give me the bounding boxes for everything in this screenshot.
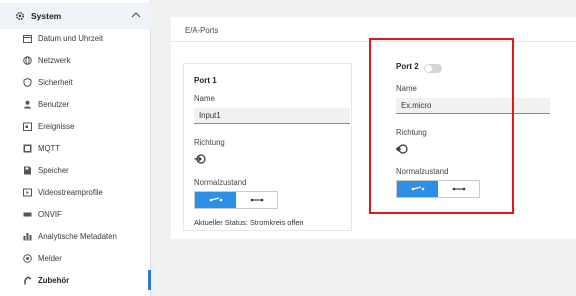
sidebar-item-analytische-metadaten[interactable]: Analytische Metadaten	[0, 226, 151, 246]
sidebar-item-ereignisse[interactable]: Ereignisse	[0, 116, 151, 136]
sidebar-item-label: Sicherheit	[38, 77, 73, 87]
highlight-box	[369, 38, 514, 214]
port-1-name-input[interactable]: Input1	[194, 108, 350, 124]
sidebar-item-sicherheit[interactable]: Sicherheit	[0, 72, 151, 92]
open-circuit-button[interactable]	[236, 192, 277, 208]
storage-icon	[22, 165, 32, 175]
sidebar-item-label: Analytische Metadaten	[38, 231, 117, 241]
analytics-icon	[22, 231, 32, 241]
mqtt-icon	[22, 143, 32, 153]
user-icon	[22, 99, 32, 109]
sidebar-item-mqtt[interactable]: MQTT	[0, 138, 151, 158]
gear-icon	[15, 11, 25, 21]
sidebar-section-title: System	[31, 11, 62, 21]
port-1-normal-state-toggle	[194, 191, 278, 209]
sidebar-section-system[interactable]: System	[0, 3, 151, 29]
open-circuit-icon	[250, 198, 263, 202]
sidebar-item-netzwerk[interactable]: Netzwerk	[0, 50, 151, 70]
network-icon	[22, 55, 32, 65]
calendar-icon	[22, 33, 32, 43]
sidebar-item-label: Speicher	[38, 165, 69, 175]
port-1-direction-label: Richtung	[194, 138, 225, 147]
closed-circuit-icon	[209, 197, 222, 202]
sidebar-item-benutzer[interactable]: Benutzer	[0, 94, 151, 114]
sidebar-item-melder[interactable]: Melder	[0, 248, 151, 268]
sidebar-item-label: Benutzer	[38, 99, 70, 109]
shield-icon	[22, 77, 32, 87]
chevron-up-icon[interactable]	[131, 11, 141, 19]
sidebar-item-datum-und-uhrzeit[interactable]: Datum und Uhrzeit	[0, 28, 151, 48]
accessory-icon	[22, 275, 32, 285]
onvif-icon	[22, 209, 32, 219]
sidebar-item-label: Netzwerk	[38, 55, 71, 65]
sidebar-item-label: Zubehör	[38, 275, 70, 285]
port-1-normal-state-label: Normalzustand	[194, 178, 247, 187]
port-1-card: Port 1 Name Input1 Richtung Normalzustan…	[183, 63, 352, 231]
event-icon	[22, 121, 32, 131]
port-1-title: Port 1	[194, 76, 217, 85]
sidebar-item-zubehoer[interactable]: Zubehör	[0, 270, 151, 290]
closed-circuit-button[interactable]	[195, 192, 236, 208]
port-1-name-label: Name	[194, 94, 215, 103]
input-direction-icon[interactable]	[194, 153, 206, 165]
detector-icon	[22, 253, 32, 263]
video-profile-icon	[22, 187, 32, 197]
sidebar-item-onvif[interactable]: ONVIF	[0, 204, 151, 224]
sidebar: System Datum und Uhrzeit Netzwerk Sicher…	[0, 0, 151, 296]
page-title: E/A-Ports	[185, 26, 219, 35]
sidebar-item-label: Melder	[38, 253, 62, 263]
sidebar-item-label: Datum und Uhrzeit	[38, 33, 104, 43]
sidebar-item-label: Videostreamprofile	[38, 187, 103, 197]
sidebar-item-label: Ereignisse	[38, 121, 75, 131]
sidebar-item-videostreamprofile[interactable]: Videostreamprofile	[0, 182, 151, 202]
port-1-status-text: Aktueller Status: Stromkreis offen	[194, 218, 304, 227]
sidebar-item-label: ONVIF	[38, 209, 62, 219]
sidebar-item-speicher[interactable]: Speicher	[0, 160, 151, 180]
sidebar-item-label: MQTT	[38, 143, 61, 153]
